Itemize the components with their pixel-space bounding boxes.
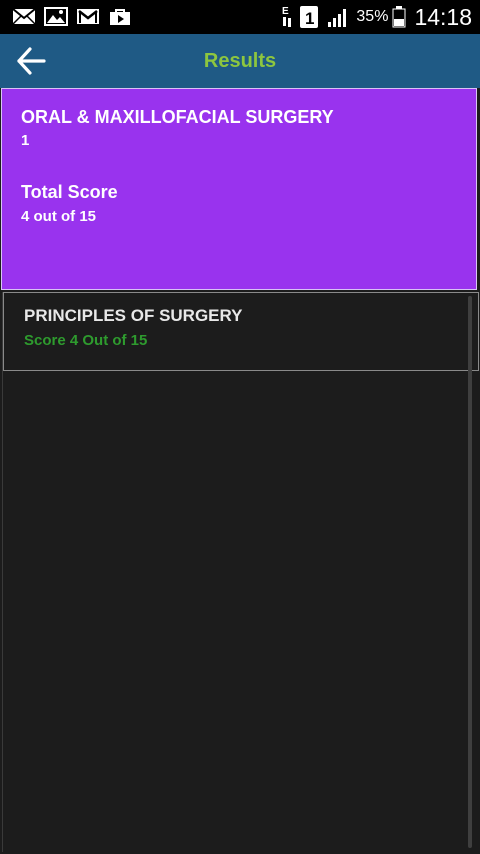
scrollbar[interactable] — [468, 296, 472, 848]
sim-1-icon: 1 — [300, 6, 319, 28]
svg-text:1: 1 — [305, 9, 314, 28]
app-bar: Results — [0, 34, 480, 88]
subject-number: 1 — [21, 132, 30, 149]
data-transfer-icon: E — [282, 6, 292, 27]
gmail-icon — [77, 9, 99, 24]
back-arrow-icon[interactable] — [14, 44, 48, 78]
signal-icon — [328, 9, 347, 27]
clock: 14:18 — [414, 3, 472, 30]
list-item[interactable]: PRINCIPLES OF SURGERY Score 4 Out of 15 — [3, 292, 479, 371]
status-bar: E 1 35% 14:18 — [0, 0, 480, 34]
summary-card: ORAL & MAXILLOFACIAL SURGERY 1 Total Sco… — [1, 88, 477, 290]
system-status: E 1 35% 14:18 — [280, 2, 472, 32]
results-list[interactable]: PRINCIPLES OF SURGERY Score 4 Out of 15 — [2, 292, 479, 852]
result-title: PRINCIPLES OF SURGERY — [24, 306, 243, 325]
svg-text:E: E — [282, 6, 289, 17]
shopping-bag-icon — [110, 9, 130, 25]
mail-icon — [12, 8, 36, 25]
result-score: Score 4 Out of 15 — [24, 332, 148, 349]
total-score-value: 4 out of 15 — [21, 208, 97, 225]
battery-icon — [392, 6, 406, 28]
page-title: Results — [203, 50, 277, 72]
back-button[interactable] — [14, 44, 54, 78]
total-score-label: Total Score — [21, 182, 118, 202]
notification-icons — [12, 7, 132, 26]
battery-percent: 35% — [356, 8, 389, 25]
subject-title: ORAL & MAXILLOFACIAL SURGERY — [21, 107, 334, 127]
image-icon — [44, 7, 68, 26]
